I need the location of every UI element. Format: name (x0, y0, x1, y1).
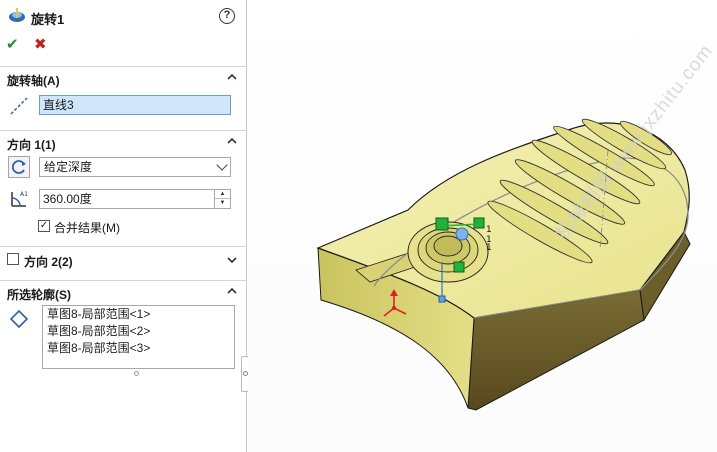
chevron-up-icon[interactable] (226, 285, 238, 297)
spin-up-icon[interactable]: ▲ (215, 190, 230, 199)
ok-button[interactable]: ✔ (6, 36, 26, 54)
merge-result-label: 合并结果(M) (54, 221, 120, 235)
chevron-down-icon[interactable] (226, 254, 238, 266)
axis-section-title: 旋转轴(A) (7, 74, 60, 88)
part-model[interactable]: 1 1 1 (248, 0, 717, 452)
axis-line-icon (10, 97, 28, 115)
merge-result-checkbox[interactable]: ✓ (38, 220, 50, 232)
cancel-button[interactable]: ✖ (34, 36, 54, 54)
direction2-header[interactable]: 方向 2(2) (0, 246, 246, 272)
contours-title: 所选轮廓(S) (7, 288, 71, 302)
revolve-icon (9, 8, 25, 22)
chevron-up-icon[interactable] (226, 135, 238, 147)
end-condition-value: 给定深度 (44, 160, 93, 174)
direction2-checkbox[interactable] (7, 253, 19, 265)
ok-cancel-bar: ✔ ✖ (6, 36, 62, 54)
contour-icon (9, 309, 29, 329)
axis-input[interactable]: 直线3 (39, 95, 231, 115)
chevron-up-icon[interactable] (226, 71, 238, 83)
list-item[interactable]: 草图8-局部范围<2> (43, 323, 234, 340)
resize-grip[interactable] (134, 371, 139, 376)
end-condition-select[interactable]: 给定深度 (39, 157, 231, 177)
svg-text:1: 1 (486, 225, 492, 235)
angle-spinner[interactable]: ▲ ▼ (214, 190, 230, 208)
axis-section-header[interactable]: 旋转轴(A) (0, 66, 246, 88)
angle-value: 360.00度 (43, 192, 92, 206)
chevron-down-icon (216, 159, 228, 171)
contours-list[interactable]: 草图8-局部范围<1> 草图8-局部范围<2> 草图8-局部范围<3> (42, 305, 235, 369)
list-item[interactable]: 草图8-局部范围<3> (43, 340, 234, 357)
direction1-title: 方向 1(1) (7, 138, 56, 152)
property-manager: 旋转1 ? ✔ ✖ 旋转轴(A) 直线3 方向 1(1) 给定深度 A1 360.… (0, 0, 249, 452)
svg-text:A1: A1 (20, 191, 28, 198)
reverse-direction-icon[interactable] (8, 156, 30, 178)
graphics-viewport[interactable]: 1 1 1 机械制图 www.jxzhitu.com (248, 0, 717, 452)
svg-text:1: 1 (486, 243, 492, 253)
list-item[interactable]: 草图8-局部范围<1> (43, 306, 234, 323)
feature-header: 旋转1 ? (0, 0, 246, 32)
contours-header[interactable]: 所选轮廓(S) (0, 280, 246, 302)
angle-icon: A1 (11, 191, 28, 207)
direction2-title: 方向 2(2) (24, 255, 73, 269)
spin-down-icon[interactable]: ▼ (215, 199, 230, 208)
help-icon[interactable]: ? (219, 8, 235, 24)
angle-input[interactable]: 360.00度 ▲ ▼ (39, 189, 231, 209)
direction1-header[interactable]: 方向 1(1) (0, 130, 246, 152)
feature-title: 旋转1 (31, 12, 65, 27)
